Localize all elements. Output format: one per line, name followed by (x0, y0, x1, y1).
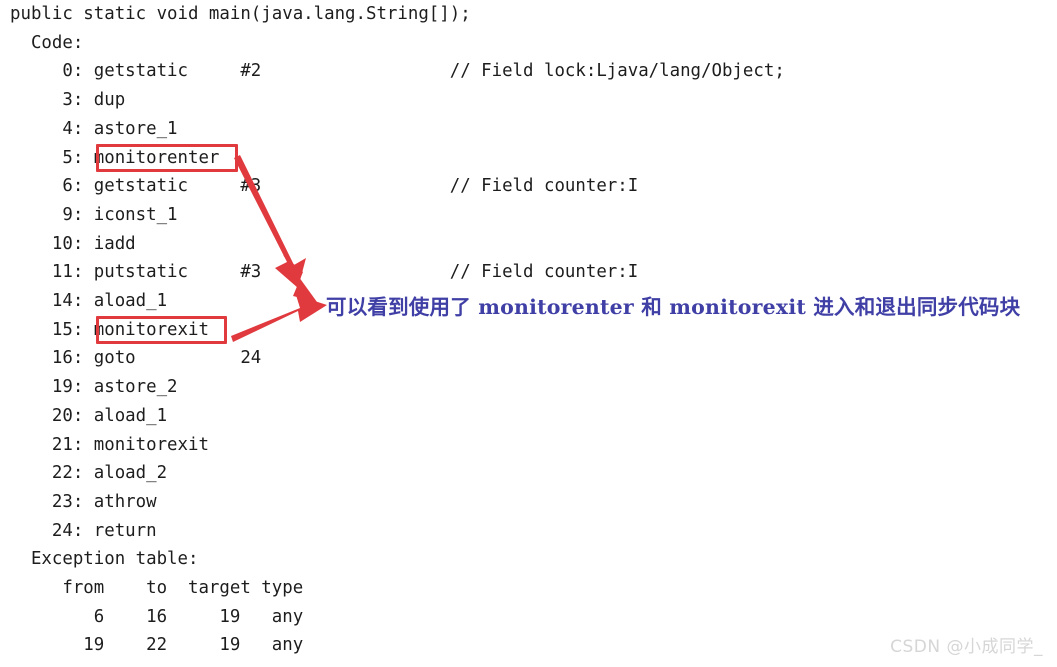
code-line: public static void main(java.lang.String… (10, 4, 471, 24)
code-line: 11: putstatic #3 // Field counter:I (10, 262, 639, 283)
code-line-monitorexit: 15: monitorexit (10, 319, 209, 340)
code-line: 22: aload_2 (10, 463, 168, 484)
annotation-note: 可以看到使用了 monitorenter 和 monitorexit 进入和退出… (326, 295, 1021, 319)
code-line: 20: aload_1 (10, 405, 168, 426)
exception-table-title: Exception table: (10, 549, 199, 570)
exception-table-row: 19 22 19 any (10, 635, 304, 656)
code-line: 6: getstatic #3 // Field counter:I (10, 176, 639, 197)
csdn-watermark: CSDN @小成同学_ (890, 637, 1043, 657)
code-line: 24: return (10, 520, 157, 541)
code-line-monitorenter: 5: monitorenter (10, 147, 220, 168)
code-line: 16: goto 24 (10, 348, 262, 369)
code-line: 0: getstatic #2 // Field lock:Ljava/lang… (10, 61, 785, 82)
code-line: 3: dup (10, 90, 126, 111)
code-line: 21: monitorexit (10, 434, 209, 455)
code-line: 19: astore_2 (10, 377, 178, 398)
code-line: Code: (10, 32, 84, 53)
code-line: 23: athrow (10, 491, 157, 512)
exception-table-header: from to target type (10, 578, 304, 598)
bytecode-listing: public static void main(java.lang.String… (0, 0, 1057, 667)
exception-table-row: 6 16 19 any (10, 606, 304, 627)
code-line: 9: iconst_1 (10, 204, 178, 225)
code-line: 10: iadd (10, 233, 136, 254)
code-line: 4: astore_1 (10, 118, 178, 139)
code-line: 14: aload_1 (10, 291, 168, 311)
